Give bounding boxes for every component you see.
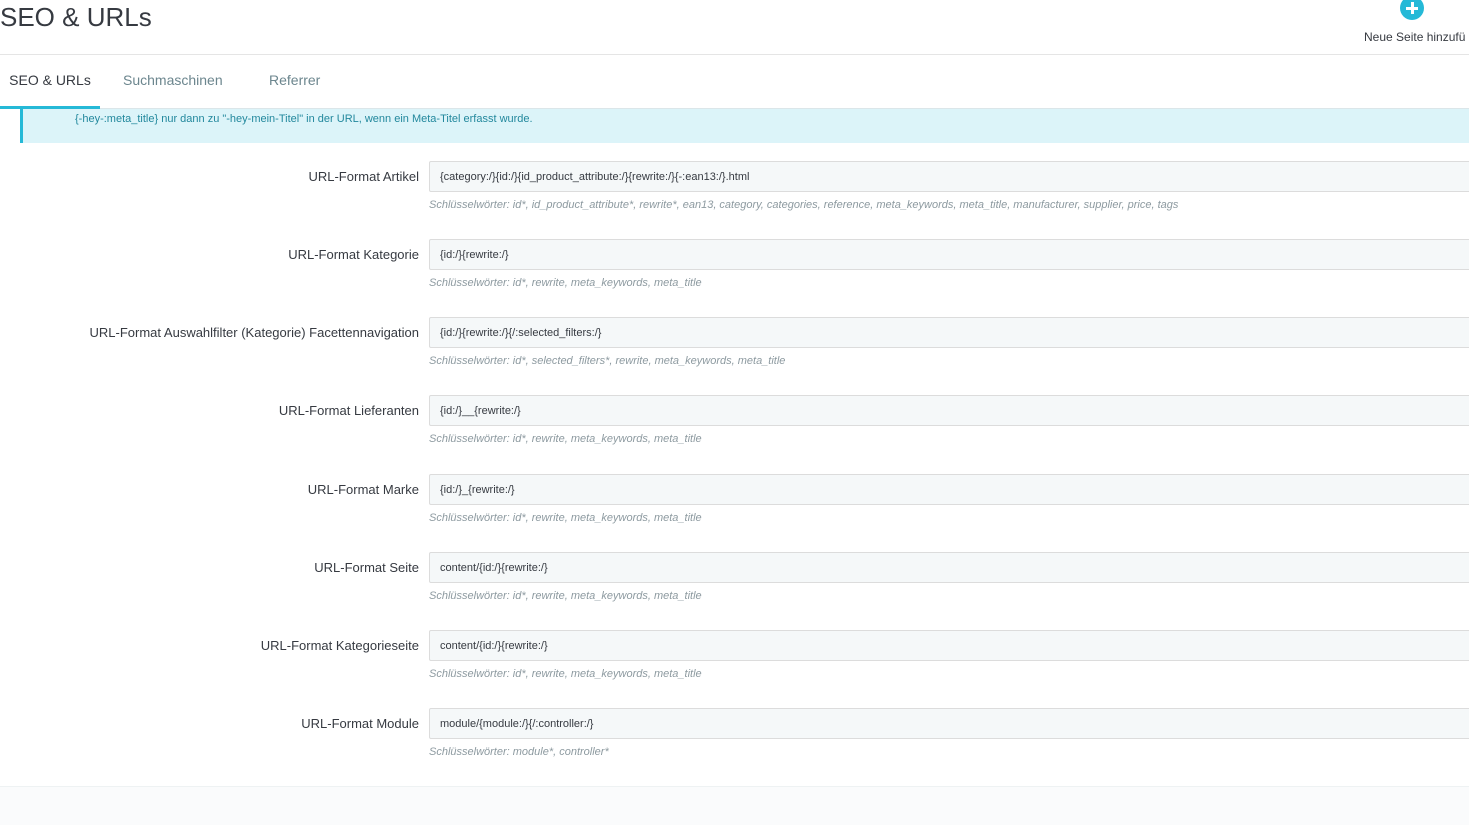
field-label: URL-Format Seite [314, 560, 419, 575]
field-help: Schlüsselwörter: id*, rewrite, meta_keyw… [429, 433, 702, 445]
field-help: Schlüsselwörter: id*, rewrite, meta_keyw… [429, 590, 702, 602]
field-help: Schlüsselwörter: id*, selected_filters*,… [429, 355, 786, 367]
url-format-lieferanten-input[interactable] [429, 395, 1469, 426]
info-alert: {-hey-:meta_title} nur dann zu "-hey-mei… [20, 109, 1469, 143]
panel-footer [0, 786, 1469, 825]
field-help: Schlüsselwörter: id*, rewrite, meta_keyw… [429, 277, 702, 289]
field-help: Schlüsselwörter: module*, controller* [429, 746, 609, 758]
page-header: SEO & URLs Neue Seite hinzufü [0, 0, 1469, 55]
field-label: URL-Format Marke [307, 482, 419, 497]
url-format-seite-input[interactable] [429, 552, 1469, 583]
form-row-url-format-kategorie: URL-Format Kategorie Schlüsselwörter: id… [0, 239, 1469, 299]
form-row-url-format-artikel: URL-Format Artikel Schlüsselwörter: id*,… [0, 161, 1469, 221]
field-label: URL-Format Module [301, 716, 419, 731]
field-help: Schlüsselwörter: id*, rewrite, meta_keyw… [429, 512, 702, 524]
info-alert-text: {-hey-:meta_title} nur dann zu "-hey-mei… [75, 113, 533, 125]
url-format-module-input[interactable] [429, 708, 1469, 739]
form-row-url-format-auswahlfilter: URL-Format Auswahlfilter (Kategorie) Fac… [0, 317, 1469, 377]
field-label: URL-Format Auswahlfilter (Kategorie) Fac… [89, 325, 419, 340]
add-page-label: Neue Seite hinzufü [1364, 30, 1466, 44]
field-label: URL-Format Kategorie [288, 247, 419, 262]
url-format-artikel-input[interactable] [429, 161, 1469, 192]
tab-referrer[interactable]: Referrer [269, 55, 320, 106]
tab-bar: SEO & URLs Suchmaschinen Referrer [0, 55, 1469, 109]
url-format-auswahlfilter-input[interactable] [429, 317, 1469, 348]
form-row-url-format-lieferanten: URL-Format Lieferanten Schlüsselwörter: … [0, 395, 1469, 455]
url-format-marke-input[interactable] [429, 474, 1469, 505]
field-label: URL-Format Artikel [308, 169, 419, 184]
form-row-url-format-seite: URL-Format Seite Schlüsselwörter: id*, r… [0, 552, 1469, 612]
plus-circle-icon [1400, 0, 1424, 20]
field-help: Schlüsselwörter: id*, rewrite, meta_keyw… [429, 668, 702, 680]
form-row-url-format-module: URL-Format Module Schlüsselwörter: modul… [0, 708, 1469, 768]
url-format-kategorieseite-input[interactable] [429, 630, 1469, 661]
field-help: Schlüsselwörter: id*, id_product_attribu… [429, 199, 1179, 211]
field-label: URL-Format Lieferanten [278, 403, 419, 418]
tab-suchmaschinen[interactable]: Suchmaschinen [123, 55, 223, 106]
form-row-url-format-marke: URL-Format Marke Schlüsselwörter: id*, r… [0, 474, 1469, 534]
tab-seo-urls[interactable]: SEO & URLs [0, 55, 100, 109]
url-format-kategorie-input[interactable] [429, 239, 1469, 270]
page-title: SEO & URLs [0, 2, 152, 32]
form-row-url-format-kategorieseite: URL-Format Kategorieseite Schlüsselwörte… [0, 630, 1469, 690]
add-page-button[interactable]: Neue Seite hinzufü [1349, 0, 1469, 50]
field-label: URL-Format Kategorieseite [260, 638, 419, 653]
